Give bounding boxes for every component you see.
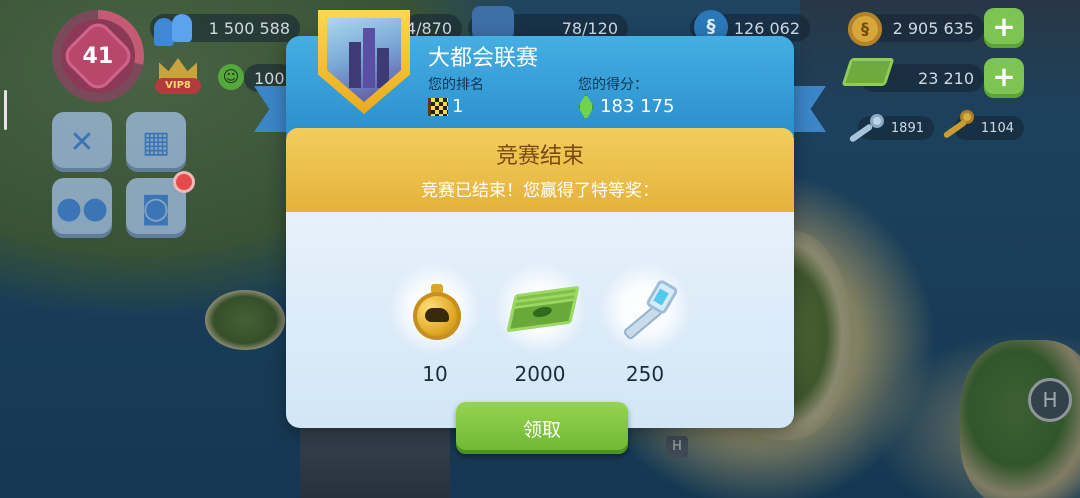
bills-value: 23 210 [918, 68, 974, 88]
tools-icon: ✕ [69, 124, 95, 160]
simoleon-bills-icon [506, 285, 580, 333]
simcash-value: 126 062 [733, 18, 800, 38]
notification-dot-icon [176, 174, 192, 190]
calendar-icon: ▦ [141, 124, 171, 160]
level-badge-icon: 41 [59, 17, 137, 95]
golden-keys-value: 1104 [980, 120, 1014, 136]
rank-value: 1 [452, 96, 464, 117]
rewards-panel: 10 2000 250 [286, 212, 794, 428]
green-gem-icon [578, 94, 594, 120]
happiness-value: 100 [254, 68, 285, 88]
reward-bills: 2000 [485, 264, 595, 386]
add-bills-button[interactable]: + [984, 58, 1024, 98]
tools-button[interactable]: ✕ [52, 112, 112, 172]
crown-icon [159, 58, 197, 80]
friends-icon: ●● [55, 190, 109, 226]
smiley-icon: ☺ [218, 64, 244, 90]
reward-platinum-keys: 250 [590, 264, 700, 386]
add-coins-button[interactable]: + [984, 8, 1024, 48]
contest-ended-subtitle: 竞赛已结束！您赢得了特等奖： [421, 181, 659, 201]
coins-value: 2 905 635 [892, 18, 974, 38]
level-indicator[interactable]: 41 [52, 10, 144, 102]
score-label: 您的得分： [578, 77, 648, 93]
league-title: 大都会联赛 [428, 46, 539, 71]
checkered-flag-icon [428, 98, 448, 116]
vip-label: VIP8 [155, 78, 201, 94]
score-value: 183 175 [600, 96, 675, 117]
partial-counter-value: 4/870 [405, 18, 452, 38]
level-number: 41 [82, 43, 114, 69]
reward-speedup: 10 [380, 264, 490, 386]
simoleon-coin-icon: § [848, 12, 882, 46]
speedup-medal-icon [413, 284, 461, 340]
side-handle[interactable] [4, 90, 7, 130]
contest-ended-title: 竞赛结束 [495, 144, 584, 169]
claim-button[interactable]: 领取 [456, 402, 628, 454]
platinum-key-reward-icon [617, 278, 680, 342]
reward-speedup-amount: 10 [422, 362, 448, 386]
platinum-keys-value: 1891 [890, 120, 924, 136]
gamepad-icon: ◙ [141, 190, 171, 226]
calendar-button[interactable]: ▦ [126, 112, 186, 172]
vip-button[interactable]: VIP8 [155, 58, 201, 98]
rank-label: 您的排名 [428, 77, 484, 93]
reward-bills-amount: 2000 [514, 362, 566, 386]
reward-platinum-keys-amount: 250 [625, 362, 665, 386]
friends-button[interactable]: ●● [52, 178, 112, 238]
golden-key-icon [940, 108, 976, 144]
population-value: 1 500 588 [208, 18, 290, 38]
bills-icon [841, 58, 895, 86]
platinum-key-icon [846, 112, 886, 143]
result-banner: 竞赛结束 竞赛已结束！您赢得了特等奖： [286, 128, 794, 224]
population-icon [152, 8, 196, 48]
storage-value: 78/120 [561, 18, 618, 38]
